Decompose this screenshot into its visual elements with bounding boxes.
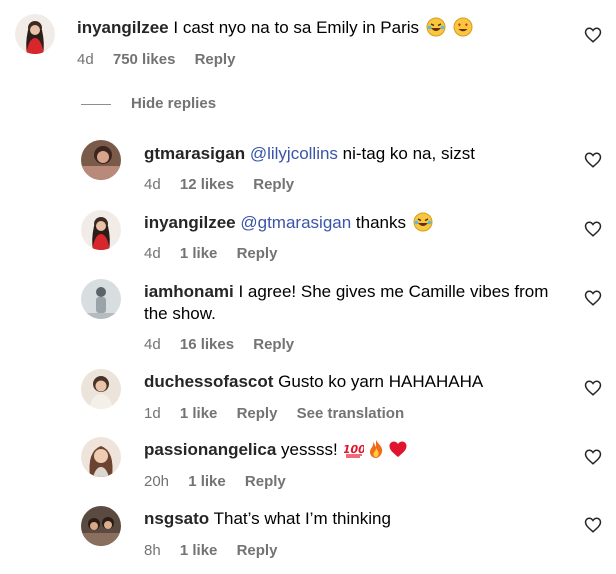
comment-text: yessss! (281, 440, 338, 459)
heart-outline-icon[interactable] (584, 448, 602, 466)
laughing-tears-emoji (426, 17, 446, 37)
comment-likes[interactable]: 1 like (180, 245, 218, 262)
mention-link[interactable]: @lilyjcollins (250, 144, 338, 163)
heart-eyes-emoji (453, 17, 472, 37)
see-translation-link[interactable]: See translation (297, 405, 405, 422)
hundred-points-emoji: 100 (344, 443, 364, 458)
heart-outline-icon[interactable] (584, 516, 602, 534)
comment-body: passionangelica yessss! 100 (144, 439, 408, 461)
comment-time: 4d (144, 245, 161, 262)
avatar[interactable] (15, 14, 55, 54)
comment-likes[interactable]: 1 like (188, 473, 226, 490)
comment-likes[interactable]: 750 likes (113, 51, 176, 68)
comment-time: 20h (144, 473, 170, 490)
comment-text: ni-tag ko na, sizst (337, 144, 475, 163)
avatar[interactable] (81, 279, 121, 319)
comment-meta: 20h 1 like Reply (144, 473, 301, 490)
comment-body: nsgsato That’s what I’m thinking (144, 508, 391, 530)
heart-outline-icon[interactable] (584, 151, 602, 169)
comment-username[interactable]: iamhonami (144, 282, 234, 301)
reply-button[interactable]: Reply (237, 405, 278, 422)
avatar[interactable] (81, 437, 121, 477)
reply-button[interactable]: Reply (237, 542, 278, 559)
comment-body: inyangilzee @gtmarasigan thanks (144, 212, 433, 234)
reply-button[interactable]: Reply (237, 245, 278, 262)
heart-outline-icon[interactable] (584, 289, 602, 307)
svg-text:100: 100 (344, 443, 364, 456)
mention-link[interactable]: @gtmarasigan (240, 213, 351, 232)
reply-button[interactable]: Reply (245, 473, 286, 490)
hide-replies-toggle[interactable]: Hide replies (81, 95, 216, 112)
reply-button[interactable]: Reply (195, 51, 236, 68)
laughing-tears-emoji (413, 212, 433, 232)
reply-button[interactable]: Reply (253, 176, 294, 193)
comment-time: 1d (144, 405, 161, 422)
reply-button[interactable]: Reply (253, 336, 294, 353)
comment-meta: 4d 12 likes Reply (144, 176, 309, 193)
comment-username[interactable]: nsgsato (144, 509, 209, 528)
comment-meta: 1d 1 like Reply See translation (144, 405, 419, 422)
avatar[interactable] (81, 140, 121, 180)
comment-meta: 8h 1 like Reply (144, 542, 292, 559)
avatar[interactable] (81, 506, 121, 546)
comment-time: 8h (144, 542, 161, 559)
comment-username[interactable]: inyangilzee (144, 213, 236, 232)
heart-outline-icon[interactable] (584, 26, 602, 44)
comment-body: iamhonami I agree! She gives me Camille … (144, 281, 564, 325)
fire-emoji (370, 440, 383, 458)
comment-time: 4d (144, 336, 161, 353)
heart-outline-icon[interactable] (584, 220, 602, 238)
comment-text: thanks (351, 213, 406, 232)
red-heart-emoji (389, 441, 407, 457)
avatar[interactable] (81, 210, 121, 250)
comment-text: Gusto ko yarn HAHAHAHA (278, 372, 484, 391)
comment-username[interactable]: duchessofascot (144, 372, 273, 391)
divider-dash (81, 103, 111, 105)
comment-likes[interactable]: 1 like (180, 542, 218, 559)
comment-meta: 4d 16 likes Reply (144, 336, 309, 353)
comment-body: duchessofascot Gusto ko yarn HAHAHAHA (144, 371, 483, 393)
comment-likes[interactable]: 12 likes (180, 176, 234, 193)
comment-likes[interactable]: 1 like (180, 405, 218, 422)
comment-username[interactable]: gtmarasigan (144, 144, 245, 163)
comment-time: 4d (144, 176, 161, 193)
avatar[interactable] (81, 369, 121, 409)
comment-time: 4d (77, 51, 94, 68)
heart-outline-icon[interactable] (584, 379, 602, 397)
comment-meta: 4d 750 likes Reply (77, 51, 250, 68)
comment-likes[interactable]: 16 likes (180, 336, 234, 353)
hide-replies-label[interactable]: Hide replies (131, 95, 216, 112)
comment-username[interactable]: inyangilzee (77, 18, 169, 37)
comment-meta: 4d 1 like Reply (144, 245, 292, 262)
comment-text: I cast nyo na to sa Emily in Paris (173, 18, 420, 37)
comment-body: gtmarasigan @lilyjcollins ni-tag ko na, … (144, 143, 475, 165)
comment-text: That’s what I’m thinking (213, 509, 391, 528)
comment-body: inyangilzee I cast nyo na to sa Emily in… (77, 17, 473, 39)
comment-username[interactable]: passionangelica (144, 440, 276, 459)
